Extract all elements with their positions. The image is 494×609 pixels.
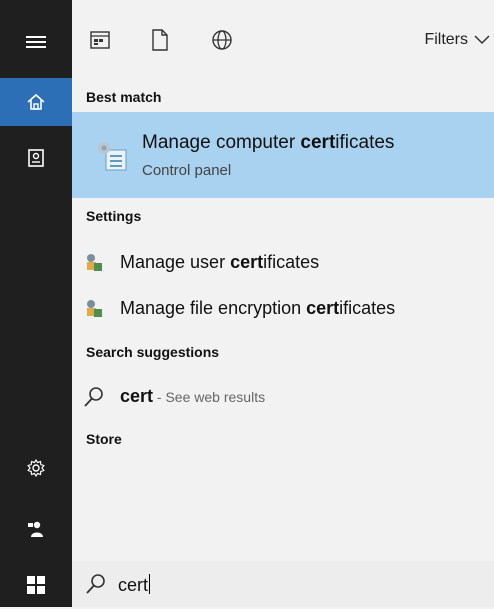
settings-result-user-certificates[interactable]: Manage user certificates: [72, 246, 494, 280]
document-icon: [152, 29, 168, 51]
windows-start-icon: [27, 576, 45, 594]
filters-label: Filters: [424, 31, 468, 48]
search-box[interactable]: cert: [72, 561, 494, 607]
settings-result-file-encryption[interactable]: Manage file encryption certificates: [72, 292, 494, 326]
search-results-panel: Filters Best match Manage computer certi…: [72, 0, 494, 607]
start-sidebar: [0, 0, 72, 607]
section-best-match: Best match: [86, 89, 162, 105]
hamburger-menu-button[interactable]: [0, 18, 72, 66]
user-certificates-icon: [87, 254, 102, 271]
web-suggestion-result[interactable]: cert - See web results: [72, 380, 494, 414]
filters-dropdown[interactable]: Filters: [424, 31, 490, 49]
user-feedback-icon: [28, 521, 43, 537]
web-scope-button[interactable]: [210, 28, 234, 52]
apps-grid-icon: [90, 31, 110, 49]
search-icon: [86, 574, 105, 594]
search-input[interactable]: cert: [118, 574, 151, 596]
best-match-title: Manage computer certificates: [142, 132, 395, 153]
user-feedback-button[interactable]: [0, 505, 72, 553]
settings-item-label: Manage user certificates: [120, 252, 320, 272]
documents-scope-button[interactable]: [148, 28, 172, 52]
globe-icon: [212, 30, 232, 50]
search-scope-toolbar: Filters: [72, 0, 494, 78]
device-button[interactable]: [0, 134, 72, 182]
settings-button[interactable]: [0, 444, 72, 492]
hamburger-menu-icon: [26, 36, 46, 48]
settings-gear-icon: [27, 458, 45, 478]
apps-scope-button[interactable]: [88, 28, 112, 52]
settings-item-label: Manage file encryption certificates: [120, 298, 396, 318]
best-match-result[interactable]: Manage computer certificates Control pan…: [72, 112, 494, 198]
device-icon: [28, 149, 44, 167]
chevron-down-icon: [474, 35, 490, 45]
certificate-manager-icon: [98, 142, 127, 171]
home-button[interactable]: [0, 78, 72, 126]
section-search-suggestions: Search suggestions: [86, 344, 220, 360]
windows-start-button[interactable]: [0, 561, 72, 609]
section-store: Store: [86, 431, 122, 447]
search-icon: [84, 387, 103, 407]
text-caret: [149, 574, 151, 594]
home-icon: [27, 93, 45, 110]
section-settings: Settings: [86, 208, 142, 224]
file-encryption-icon: [87, 300, 102, 317]
suggestion-label: cert - See web results: [120, 386, 266, 406]
best-match-subtitle: Control panel: [142, 162, 232, 179]
